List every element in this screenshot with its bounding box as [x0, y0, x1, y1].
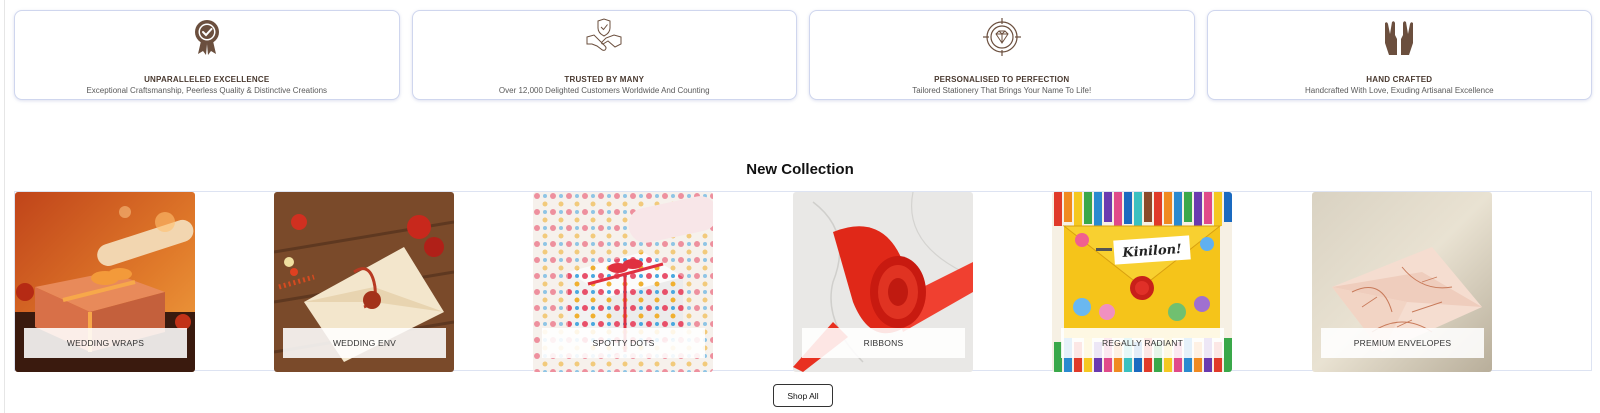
feature-title: TRUSTED BY MANY: [564, 75, 645, 84]
shop-all-button[interactable]: Shop All: [773, 384, 833, 407]
collection-card-premium-envelopes[interactable]: PREMIUM ENVELOPES: [1312, 192, 1492, 372]
feature-title: UNPARALLELED EXCELLENCE: [144, 75, 270, 84]
feature-subtitle: Over 12,000 Delighted Customers Worldwid…: [498, 86, 710, 95]
collection-card-wedding-env[interactable]: WEDDING ENV: [274, 192, 454, 372]
card-label: RIBBONS: [802, 328, 965, 358]
collection-card-ribbons[interactable]: RIBBONS: [793, 192, 973, 372]
collection-card-spotty-dots[interactable]: SPOTTY DOTS: [533, 192, 713, 372]
section-title: New Collection: [746, 161, 854, 178]
collection-card-regally-radiant[interactable]: Kinilon! REGALLY RADIANT: [1052, 192, 1232, 372]
diamond-target-icon: [982, 18, 1021, 56]
card-label: WEDDING ENV: [283, 328, 446, 358]
page-edge-divider: [4, 0, 5, 413]
feature-card-personalised: PERSONALISED TO PERFECTION Tailored Stat…: [809, 10, 1195, 100]
handshake-shield-icon: [586, 18, 622, 51]
feature-card-handcrafted: HAND CRAFTED Handcrafted With Love, Exud…: [1206, 10, 1592, 100]
card-label: WEDDING WRAPS: [24, 328, 187, 358]
collection-card-wedding-wraps[interactable]: WEDDING WRAPS: [15, 192, 195, 372]
card-label: PREMIUM ENVELOPES: [1321, 328, 1484, 358]
card-label: SPOTTY DOTS: [542, 328, 705, 358]
card-label: REGALLY RADIANT: [1061, 328, 1224, 358]
hands-icon: [1385, 21, 1414, 55]
feature-strip: UNPARALLELED EXCELLENCE Exceptional Craf…: [14, 10, 1592, 100]
feature-title: HAND CRAFTED: [1366, 75, 1433, 84]
feature-card-trusted: TRUSTED BY MANY Over 12,000 Delighted Cu…: [411, 10, 797, 100]
feature-subtitle: Tailored Stationery That Brings Your Nam…: [912, 86, 1092, 95]
collection-carousel: WEDDING WRAPS WEDDING ENV SPOTTY DOTS RI…: [14, 191, 1592, 372]
award-badge-icon: [194, 20, 219, 55]
feature-subtitle: Exceptional Craftsmanship, Peerless Qual…: [86, 86, 328, 95]
feature-title: PERSONALISED TO PERFECTION: [934, 75, 1070, 84]
feature-subtitle: Handcrafted With Love, Exuding Artisanal…: [1304, 86, 1494, 95]
feature-card-excellence: UNPARALLELED EXCELLENCE Exceptional Craf…: [14, 10, 400, 100]
